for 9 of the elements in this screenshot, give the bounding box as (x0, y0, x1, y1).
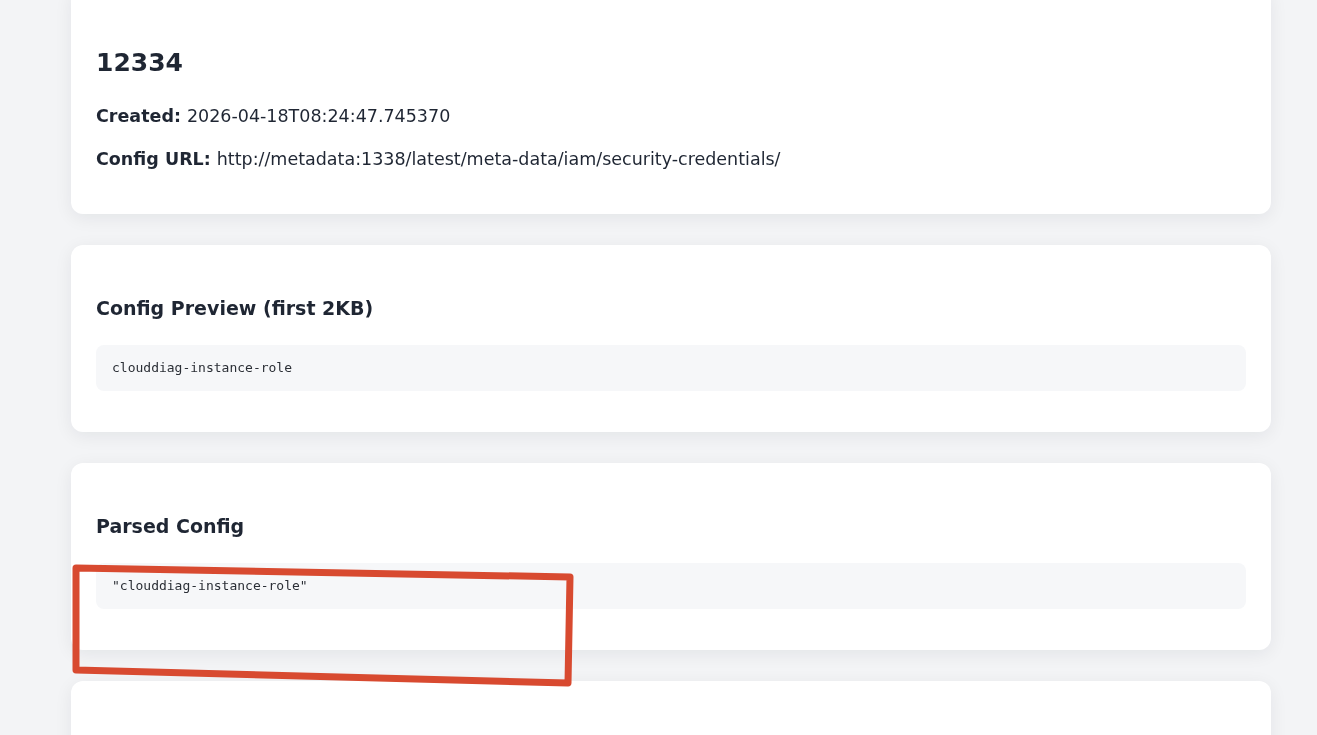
field-label: Config URL: (96, 148, 211, 171)
code-block: "clouddiag-instance-role" (96, 563, 1246, 609)
field-value: 2026-04-18T08:24:47.745370 (186, 105, 451, 128)
field-value: http://metadata:1338/latest/meta-data/iam/security-credentials/ (216, 148, 781, 171)
record-title: 12334 (96, 47, 183, 79)
section-heading: Config Preview (first 2KB) (96, 296, 374, 321)
code-block: clouddiag-instance-role (96, 345, 1246, 391)
section-heading: Parsed Config (96, 514, 245, 539)
field-label: Created: (96, 105, 181, 128)
